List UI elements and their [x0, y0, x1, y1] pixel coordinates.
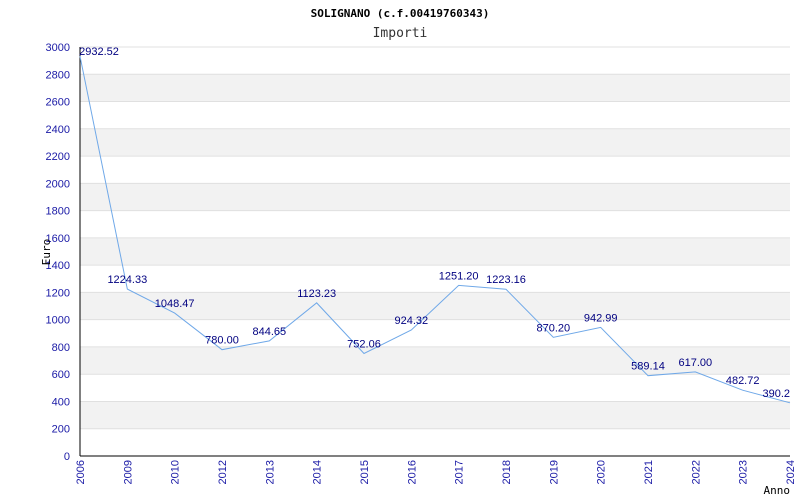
- data-label: 844.65: [253, 326, 287, 338]
- data-label: 752.06: [347, 338, 381, 350]
- data-label: 1123.23: [297, 288, 336, 300]
- data-label: 482.72: [726, 375, 760, 387]
- y-tick-label: 2600: [46, 97, 70, 109]
- x-tick-label: 2019: [548, 460, 560, 484]
- y-tick-label: 2000: [46, 178, 70, 190]
- y-tick-label: 200: [52, 424, 70, 436]
- y-tick-label: 3000: [46, 42, 70, 54]
- grid-band: [80, 74, 790, 102]
- grid-band: [80, 237, 790, 266]
- y-axis-label: Euro: [40, 239, 53, 266]
- data-label: 1251.20: [439, 270, 479, 282]
- data-label: 589.14: [631, 361, 665, 373]
- x-tick-label: 2022: [690, 460, 702, 484]
- x-tick-label: 2021: [643, 460, 655, 484]
- x-tick-label: 2006: [75, 460, 87, 484]
- y-tick-label: 1000: [46, 315, 70, 327]
- x-axis-label: Anno: [764, 484, 791, 497]
- x-tick-label: 2020: [596, 460, 608, 484]
- y-tick-label: 2400: [46, 124, 70, 136]
- x-tick-label: 2018: [501, 460, 513, 484]
- x-tick-label: 2016: [406, 460, 418, 484]
- x-tick-label: 2012: [217, 460, 229, 484]
- x-tick-label: 2014: [312, 460, 324, 484]
- data-label: 1224.33: [107, 274, 147, 286]
- data-label: 924.32: [395, 315, 429, 327]
- x-tick-label: 2010: [170, 460, 182, 484]
- grid-band: [80, 401, 790, 429]
- data-label: 2932.52: [79, 46, 119, 58]
- line-chart: 0200400600800100012001400160018002000220…: [40, 7, 797, 497]
- x-tick-label: 2013: [264, 460, 276, 484]
- x-tick-label: 2017: [454, 460, 466, 484]
- x-tick-label: 2023: [738, 460, 750, 484]
- x-tick-labels: 2006 2009 2010 2012 2013 2014 2015 2016 2017 2018…: [75, 460, 797, 484]
- y-tick-label: 2800: [46, 69, 70, 81]
- data-label: 1048.47: [155, 298, 195, 310]
- y-tick-label: 1800: [46, 206, 70, 218]
- y-tick-label: 2200: [46, 151, 70, 163]
- data-label: 780.00: [205, 335, 239, 347]
- data-label: 390.2: [762, 388, 790, 400]
- x-tick-label: 2009: [122, 460, 134, 484]
- grid-band: [80, 128, 790, 157]
- data-label: 1223.16: [486, 274, 526, 286]
- y-tick-label: 600: [52, 369, 70, 381]
- grid-band: [80, 183, 790, 211]
- chart-subtitle: Importi: [373, 26, 428, 41]
- x-tick-label: 2024: [785, 460, 797, 484]
- y-tick-label: 1200: [46, 287, 70, 299]
- data-label: 870.20: [537, 322, 571, 334]
- y-tick-label: 800: [52, 342, 70, 354]
- data-label: 942.99: [584, 312, 618, 324]
- x-tick-label: 2015: [359, 460, 371, 484]
- data-label: 617.00: [679, 357, 713, 369]
- chart-title: SOLIGNANO (c.f.00419760343): [311, 7, 490, 20]
- y-tick-label: 400: [52, 396, 70, 408]
- y-tick-label: 0: [64, 451, 70, 463]
- grid-bands: [80, 74, 790, 429]
